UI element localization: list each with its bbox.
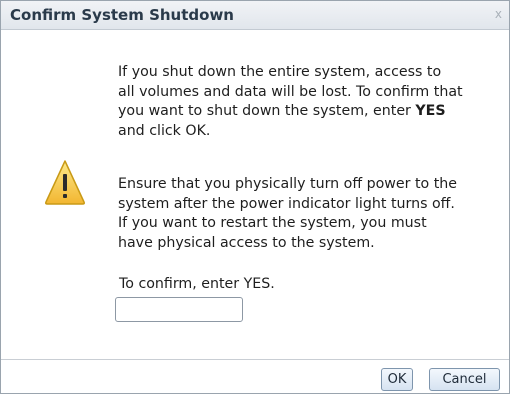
warning-icon — [44, 160, 86, 205]
footer-divider — [1, 359, 509, 360]
message-line: you want to shut down the system, enter … — [118, 102, 503, 122]
power-off-instruction-message: Ensure that you physically turn off powe… — [118, 175, 503, 253]
message-line: and click OK. — [118, 122, 211, 139]
message-line: Ensure that you physically turn off powe… — [118, 176, 458, 192]
confirm-shutdown-dialog: Confirm System Shutdown x If you shut do… — [0, 0, 510, 394]
dialog-title-bar[interactable]: Confirm System Shutdown x — [1, 1, 509, 30]
cancel-button[interactable]: Cancel — [429, 368, 500, 391]
message-text: you want to shut down the system, enter — [118, 103, 416, 120]
message-line: If you shut down the entire system, acce… — [118, 64, 442, 80]
yes-keyword: YES — [415, 103, 446, 120]
dialog-title: Confirm System Shutdown — [10, 6, 234, 24]
confirm-label: To confirm, enter YES. — [119, 276, 275, 292]
message-line: have physical access to the system. — [118, 234, 375, 251]
confirm-yes-input[interactable] — [115, 297, 243, 322]
close-icon[interactable]: x — [495, 7, 502, 21]
shutdown-warning-message: If you shut down the entire system, acce… — [118, 63, 503, 141]
message-line: If you want to restart the system, you m… — [118, 215, 427, 232]
ok-button[interactable]: OK — [381, 368, 413, 391]
message-line: system after the power indicator light t… — [118, 195, 455, 212]
message-line: all volumes and data will be lost. To co… — [118, 83, 463, 100]
